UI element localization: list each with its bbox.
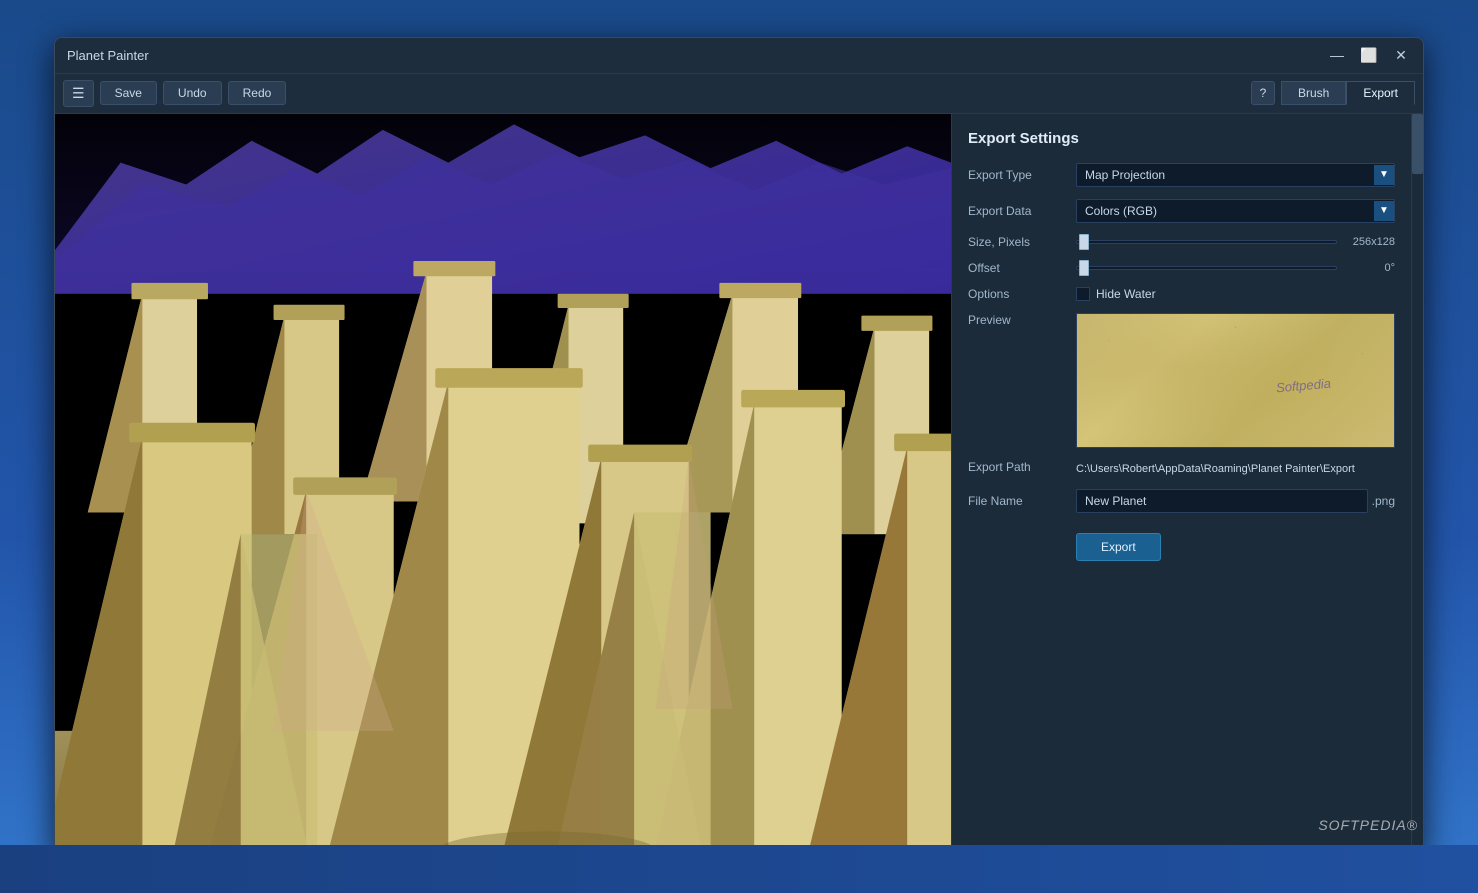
offset-slider-track[interactable] xyxy=(1076,266,1337,270)
options-control: Hide Water xyxy=(1076,287,1395,301)
filename-input[interactable] xyxy=(1076,489,1368,513)
tab-group: Brush Export xyxy=(1281,81,1415,105)
tab-brush[interactable]: Brush xyxy=(1281,81,1346,105)
export-button[interactable]: Export xyxy=(1076,533,1161,561)
close-button[interactable]: ✕ xyxy=(1391,45,1411,65)
hide-water-row: Hide Water xyxy=(1076,287,1395,301)
size-pixels-control: 256x128 xyxy=(1076,236,1395,248)
export-button-container: Export xyxy=(968,525,1395,561)
save-button[interactable]: Save xyxy=(100,81,157,105)
offset-label: Offset xyxy=(968,261,1068,275)
offset-row: Offset 0° xyxy=(968,261,1395,275)
scrollbar-track[interactable] xyxy=(1411,114,1423,856)
main-content: Export Settings Export Type Map Projecti… xyxy=(55,114,1423,856)
taskbar xyxy=(0,845,1478,893)
export-path-control: C:\Users\Robert\AppData\Roaming\Planet P… xyxy=(1076,460,1395,477)
panel-content: Export Settings Export Type Map Projecti… xyxy=(952,114,1411,577)
tab-export[interactable]: Export xyxy=(1346,81,1415,105)
size-pixels-slider-thumb[interactable] xyxy=(1079,234,1089,250)
toolbar: ☰ Save Undo Redo ? Brush Export xyxy=(55,74,1423,114)
export-path-label: Export Path xyxy=(968,460,1068,474)
minimize-button[interactable]: — xyxy=(1327,45,1347,65)
scrollbar-thumb[interactable] xyxy=(1412,114,1423,174)
size-pixels-value: 256x128 xyxy=(1345,236,1395,248)
export-type-row: Export Type Map Projection ▼ xyxy=(968,163,1395,187)
offset-slider-thumb[interactable] xyxy=(1079,260,1089,276)
preview-watermark: Softpedia xyxy=(1275,376,1331,396)
offset-value: 0° xyxy=(1345,262,1395,274)
preview-texture: Softpedia xyxy=(1077,314,1394,447)
titlebar-controls: — ⬜ ✕ xyxy=(1327,45,1411,65)
planet-scene xyxy=(55,114,951,856)
file-name-control: .png xyxy=(1076,489,1395,513)
offset-control: 0° xyxy=(1076,262,1395,274)
options-label: Options xyxy=(968,287,1068,301)
help-button[interactable]: ? xyxy=(1251,81,1275,105)
preview-canvas: Softpedia xyxy=(1077,314,1394,447)
titlebar: Planet Painter — ⬜ ✕ xyxy=(55,38,1423,74)
size-pixels-row: Size, Pixels 256x128 xyxy=(968,235,1395,249)
filename-ext: .png xyxy=(1372,494,1395,508)
export-type-dropdown[interactable]: Map Projection ▼ xyxy=(1076,163,1395,187)
redo-button[interactable]: Redo xyxy=(228,81,287,105)
softpedia-watermark: SOFTPEDIA® xyxy=(1318,817,1418,833)
export-path-value: C:\Users\Robert\AppData\Roaming\Planet P… xyxy=(1076,463,1355,475)
export-type-arrow-icon: ▼ xyxy=(1374,165,1394,185)
preview-label: Preview xyxy=(968,313,1068,327)
export-type-control: Map Projection ▼ xyxy=(1076,163,1395,187)
export-data-control: Colors (RGB) ▼ xyxy=(1076,199,1395,223)
app-window: Planet Painter — ⬜ ✕ ☰ Save Undo Redo ? … xyxy=(54,37,1424,857)
export-data-arrow-icon: ▼ xyxy=(1374,201,1394,221)
file-name-label: File Name xyxy=(968,494,1068,508)
export-type-value: Map Projection xyxy=(1085,168,1370,182)
preview-row: Preview Softpedia xyxy=(968,313,1395,448)
viewport[interactable] xyxy=(55,114,951,856)
preview-control: Softpedia xyxy=(1076,313,1395,448)
export-data-row: Export Data Colors (RGB) ▼ xyxy=(968,199,1395,223)
export-type-label: Export Type xyxy=(968,168,1068,182)
hide-water-checkbox[interactable] xyxy=(1076,287,1090,301)
terrain-svg xyxy=(55,114,951,856)
file-name-row: File Name .png xyxy=(968,489,1395,513)
export-data-dropdown[interactable]: Colors (RGB) ▼ xyxy=(1076,199,1395,223)
right-panel: Export Settings Export Type Map Projecti… xyxy=(951,114,1411,856)
export-data-value: Colors (RGB) xyxy=(1085,204,1370,218)
window-title: Planet Painter xyxy=(67,48,149,63)
size-pixels-label: Size, Pixels xyxy=(968,235,1068,249)
maximize-button[interactable]: ⬜ xyxy=(1359,45,1379,65)
undo-button[interactable]: Undo xyxy=(163,81,222,105)
options-row: Options Hide Water xyxy=(968,287,1395,301)
size-pixels-slider-track[interactable] xyxy=(1076,240,1337,244)
export-data-label: Export Data xyxy=(968,204,1068,218)
hide-water-label[interactable]: Hide Water xyxy=(1096,287,1156,301)
preview-container: Softpedia xyxy=(1076,313,1395,448)
filename-row: .png xyxy=(1076,489,1395,513)
panel-title: Export Settings xyxy=(968,130,1395,147)
menu-button[interactable]: ☰ xyxy=(63,80,94,107)
export-path-row: Export Path C:\Users\Robert\AppData\Roam… xyxy=(968,460,1395,477)
